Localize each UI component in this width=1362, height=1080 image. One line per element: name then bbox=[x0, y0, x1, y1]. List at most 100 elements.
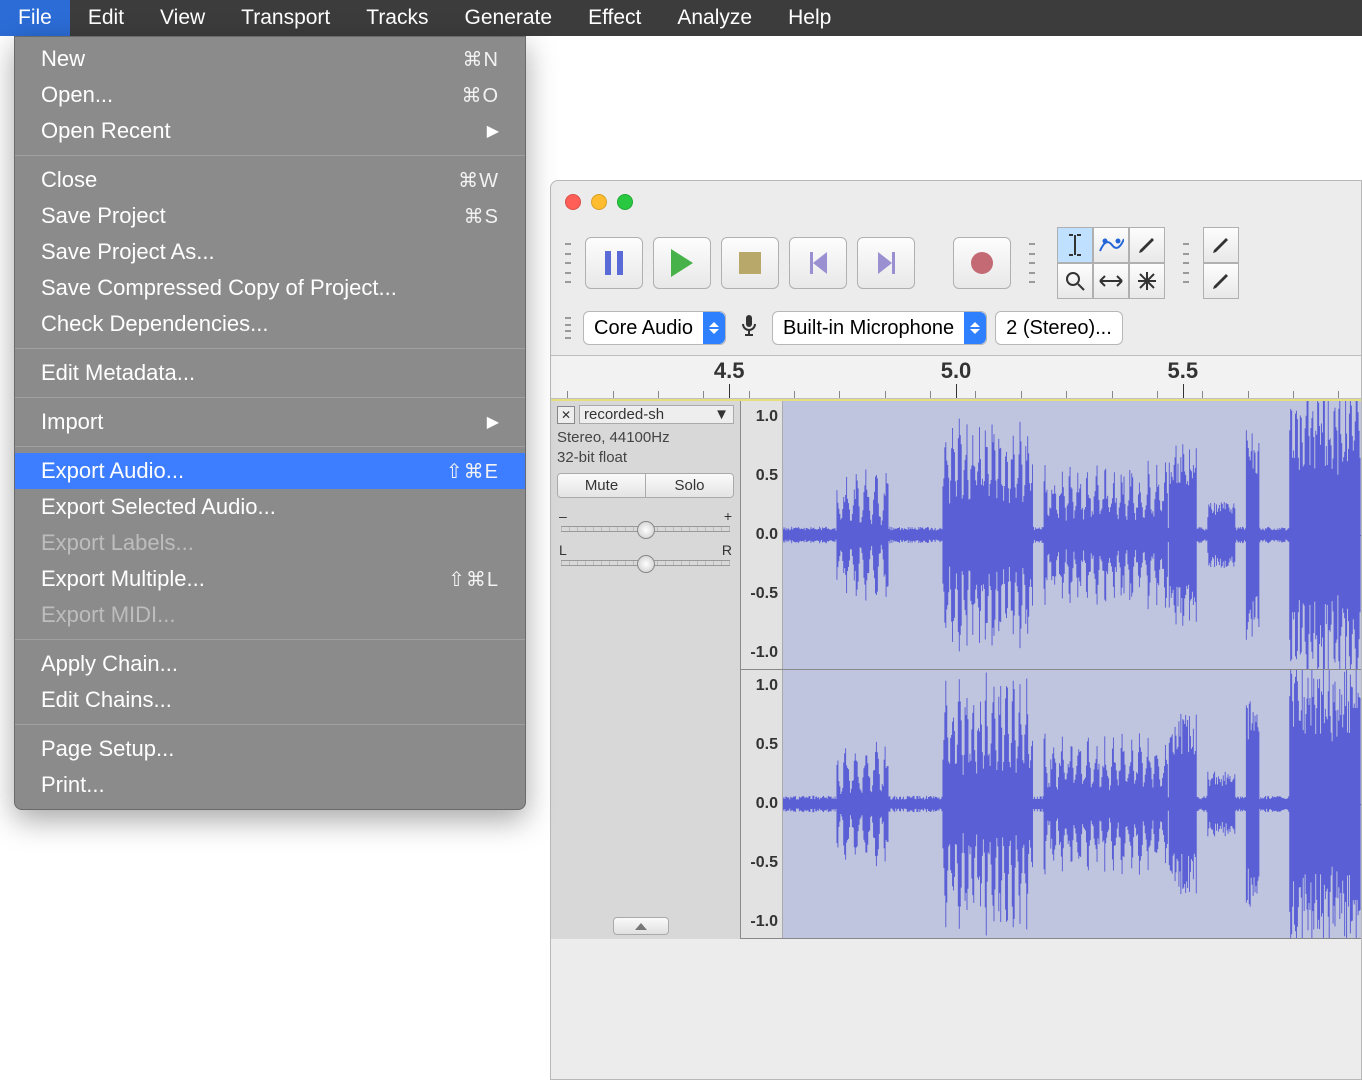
menu-item-check-dependencies[interactable]: Check Dependencies... bbox=[15, 306, 525, 342]
ruler-label: 5.0 bbox=[941, 358, 972, 384]
extra-tool-2[interactable] bbox=[1203, 263, 1239, 299]
solo-button[interactable]: Solo bbox=[646, 474, 733, 497]
scale-label: -0.5 bbox=[750, 854, 778, 872]
menu-view[interactable]: View bbox=[142, 0, 223, 36]
amplitude-scale-left: 1.00.50.0-0.5-1.0 bbox=[741, 401, 783, 669]
magnifier-icon bbox=[1064, 270, 1086, 292]
menu-item-export-audio[interactable]: Export Audio...⇧⌘E bbox=[15, 453, 525, 489]
menu-item-save-compressed-copy-of-project[interactable]: Save Compressed Copy of Project... bbox=[15, 270, 525, 306]
window-close-button[interactable] bbox=[565, 194, 581, 210]
extra-tool-1[interactable] bbox=[1203, 227, 1239, 263]
envelope-icon bbox=[1098, 235, 1124, 255]
waveform-right[interactable] bbox=[783, 670, 1361, 938]
menu-item-open-recent[interactable]: Open Recent▶ bbox=[15, 113, 525, 149]
menu-item-apply-chain[interactable]: Apply Chain... bbox=[15, 646, 525, 682]
menu-item-save-project-as[interactable]: Save Project As... bbox=[15, 234, 525, 270]
channels-select[interactable]: 2 (Stereo)... bbox=[995, 311, 1123, 345]
stepper-icon bbox=[703, 312, 725, 344]
device-grip[interactable] bbox=[565, 311, 573, 345]
gain-slider[interactable]: –+ bbox=[557, 508, 734, 532]
record-button[interactable] bbox=[953, 237, 1011, 289]
play-button[interactable] bbox=[653, 237, 711, 289]
multi-tool[interactable] bbox=[1129, 263, 1165, 299]
pan-knob[interactable] bbox=[637, 555, 655, 573]
menu-item-export-midi: Export MIDI... bbox=[15, 597, 525, 633]
window-zoom-button[interactable] bbox=[617, 194, 633, 210]
menu-tracks[interactable]: Tracks bbox=[348, 0, 446, 36]
envelope-tool[interactable] bbox=[1093, 227, 1129, 263]
menu-separator bbox=[15, 639, 525, 640]
draw-tool[interactable] bbox=[1129, 227, 1165, 263]
menu-file[interactable]: File bbox=[0, 0, 70, 36]
audio-host-select[interactable]: Core Audio bbox=[583, 311, 726, 345]
track-control-panel: ✕ recorded-sh ▼ Stereo, 44100Hz 32-bit f… bbox=[551, 401, 741, 939]
tools-grid bbox=[1057, 227, 1165, 299]
submenu-arrow-icon: ▶ bbox=[487, 412, 499, 432]
scale-label: -0.5 bbox=[750, 585, 778, 603]
audio-host-value: Core Audio bbox=[594, 317, 703, 340]
menu-item-import[interactable]: Import▶ bbox=[15, 404, 525, 440]
skip-end-button[interactable] bbox=[857, 237, 915, 289]
stop-button[interactable] bbox=[721, 237, 779, 289]
titlebar bbox=[551, 181, 1361, 223]
mute-button[interactable]: Mute bbox=[558, 474, 646, 497]
channels-value: 2 (Stereo)... bbox=[1006, 317, 1122, 340]
menu-help[interactable]: Help bbox=[770, 0, 849, 36]
track-name-dropdown[interactable]: recorded-sh ▼ bbox=[579, 405, 734, 424]
menu-item-export-labels: Export Labels... bbox=[15, 525, 525, 561]
track-format-line2: 32-bit float bbox=[557, 448, 734, 468]
tools-grip[interactable] bbox=[1029, 237, 1037, 289]
menu-item-new[interactable]: New⌘N bbox=[15, 41, 525, 77]
ibeam-icon bbox=[1065, 233, 1085, 257]
waveform-left[interactable] bbox=[783, 401, 1361, 669]
menu-item-save-project[interactable]: Save Project⌘S bbox=[15, 198, 525, 234]
ruler-label: 5.5 bbox=[1168, 358, 1199, 384]
menu-edit[interactable]: Edit bbox=[70, 0, 142, 36]
zoom-tool[interactable] bbox=[1057, 263, 1093, 299]
pencil3-icon bbox=[1210, 270, 1232, 292]
menu-separator bbox=[15, 397, 525, 398]
menu-item-page-setup[interactable]: Page Setup... bbox=[15, 731, 525, 767]
pause-button[interactable] bbox=[585, 237, 643, 289]
menu-item-print[interactable]: Print... bbox=[15, 767, 525, 803]
multi-icon bbox=[1137, 271, 1157, 291]
gain-knob[interactable] bbox=[637, 521, 655, 539]
menu-separator bbox=[15, 446, 525, 447]
submenu-arrow-icon: ▶ bbox=[487, 121, 499, 141]
pencil-icon bbox=[1136, 234, 1158, 256]
selection-tool[interactable] bbox=[1057, 227, 1093, 263]
track-channels: 1.00.50.0-0.5-1.0 1.00.50.0-0.5-1.0 bbox=[741, 401, 1361, 939]
timeshift-tool[interactable] bbox=[1093, 263, 1129, 299]
toolbar-grip[interactable] bbox=[565, 237, 573, 289]
menu-item-export-selected-audio[interactable]: Export Selected Audio... bbox=[15, 489, 525, 525]
window-minimize-button[interactable] bbox=[591, 194, 607, 210]
ruler-label: 4.5 bbox=[714, 358, 745, 384]
menubar: File Edit View Transport Tracks Generate… bbox=[0, 0, 1362, 36]
menu-effect[interactable]: Effect bbox=[570, 0, 659, 36]
track-close-button[interactable]: ✕ bbox=[557, 406, 575, 424]
menu-transport[interactable]: Transport bbox=[223, 0, 348, 36]
chevron-down-icon: ▼ bbox=[714, 406, 729, 423]
menu-item-edit-metadata[interactable]: Edit Metadata... bbox=[15, 355, 525, 391]
scale-label: 0.0 bbox=[756, 526, 778, 544]
scale-label: -1.0 bbox=[750, 913, 778, 931]
track-collapse-button[interactable] bbox=[613, 917, 669, 935]
menu-generate[interactable]: Generate bbox=[447, 0, 571, 36]
mute-solo-row: Mute Solo bbox=[557, 473, 734, 498]
app-window: Core Audio Built-in Microphone 2 (Stereo… bbox=[550, 180, 1362, 1080]
input-device-select[interactable]: Built-in Microphone bbox=[772, 311, 987, 345]
scale-label: 0.5 bbox=[756, 736, 778, 754]
menu-analyze[interactable]: Analyze bbox=[659, 0, 770, 36]
skip-start-button[interactable] bbox=[789, 237, 847, 289]
menu-separator bbox=[15, 724, 525, 725]
timeline-ruler[interactable]: 4.5 5.0 5.5 bbox=[551, 355, 1361, 399]
pan-slider[interactable]: LR bbox=[557, 542, 734, 566]
pencil2-icon bbox=[1210, 234, 1232, 256]
menu-item-export-multiple[interactable]: Export Multiple...⇧⌘L bbox=[15, 561, 525, 597]
track-format-line1: Stereo, 44100Hz bbox=[557, 428, 734, 448]
menu-item-open[interactable]: Open...⌘O bbox=[15, 77, 525, 113]
timeshift-icon bbox=[1098, 273, 1124, 289]
menu-item-edit-chains[interactable]: Edit Chains... bbox=[15, 682, 525, 718]
toolbar-grip-2[interactable] bbox=[1183, 237, 1191, 289]
menu-item-close[interactable]: Close⌘W bbox=[15, 162, 525, 198]
